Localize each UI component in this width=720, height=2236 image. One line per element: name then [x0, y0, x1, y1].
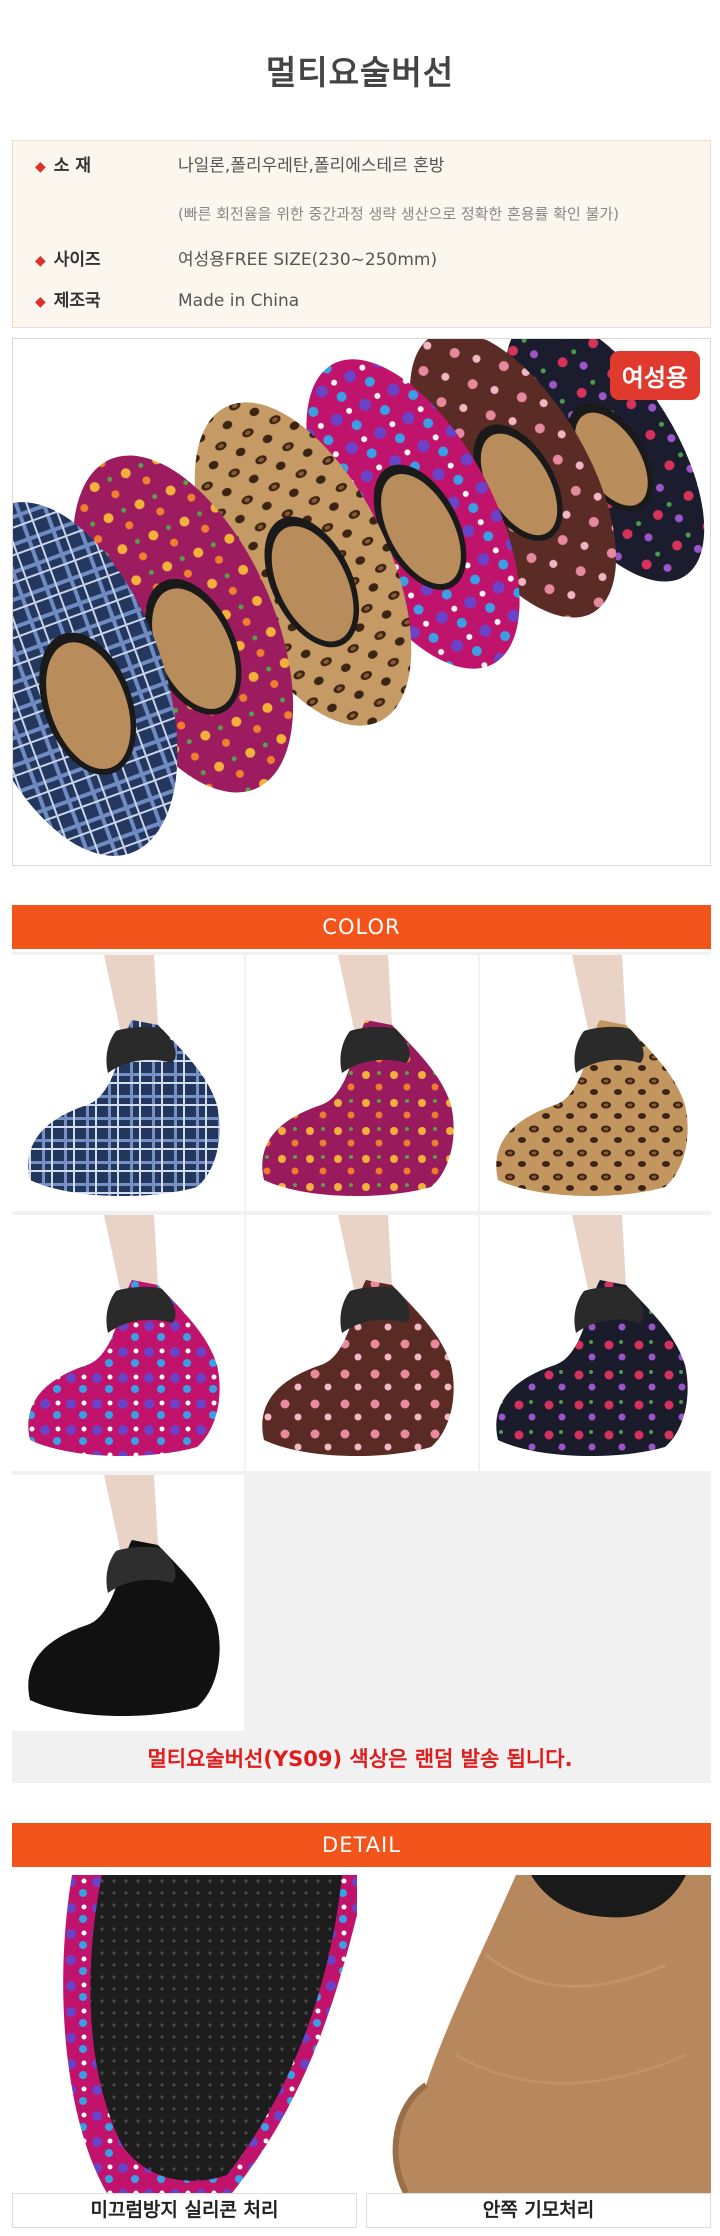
detail-image-sole	[12, 1875, 357, 2193]
sock-blue-plaid-image	[12, 955, 244, 1211]
color-swatch-5	[246, 1215, 478, 1471]
spec-row-size: ◆ 사이즈 여성용FREE SIZE(230~250mm)	[13, 244, 710, 276]
bullet-icon: ◆	[35, 294, 46, 310]
bullet-icon: ◆	[35, 159, 46, 175]
sock-magenta-floral-image	[246, 955, 478, 1211]
fleece-lining-image	[366, 1875, 711, 2193]
sock-pink-letters-image	[12, 1215, 244, 1471]
hero-socks-illustration	[13, 339, 705, 856]
color-swatch-1	[12, 955, 244, 1211]
sock-navy-rose-image	[480, 1215, 712, 1471]
spec-label-material: 소 재	[53, 156, 91, 176]
color-section-header: COLOR	[12, 905, 711, 949]
page-title: 멀티요술버선	[265, 53, 455, 92]
color-swatch-2	[246, 955, 478, 1211]
spec-box: ◆ 소 재 나일론,폴리우레탄,폴리에스테르 혼방 (빠른 회전율을 위한 중간과…	[12, 140, 711, 328]
color-swatch-4	[12, 1215, 244, 1471]
random-color-notice: 멀티요술버선(YS09) 색상은 랜덤 발송 됩니다.	[147, 1747, 573, 1771]
anti-slip-sole-image	[12, 1875, 357, 2193]
color-swatch-7	[12, 1475, 244, 1731]
bullet-icon: ◆	[35, 253, 46, 269]
detail-image-lining	[366, 1875, 711, 2193]
sock-leopard-image	[480, 955, 712, 1211]
spec-row-origin: ◆ 제조국 Made in China	[13, 285, 710, 317]
color-swatch-6	[480, 1215, 712, 1471]
detail-section-header: DETAIL	[12, 1823, 711, 1867]
spec-value-size: 여성용FREE SIZE(230~250mm)	[178, 250, 438, 270]
detail-caption-sole: 미끄럼방지 실리콘 처리	[12, 2193, 357, 2228]
spec-note-material: (빠른 회전율을 위한 중간과정 생략 생산으로 정확한 혼용률 확인 불가)	[178, 205, 620, 223]
women-badge: 여성용	[609, 351, 700, 400]
sock-black-image	[12, 1475, 244, 1731]
spec-label-size: 사이즈	[53, 250, 101, 270]
spec-value-origin: Made in China	[178, 291, 300, 311]
detail-caption-lining: 안쪽 기모처리	[366, 2193, 711, 2228]
spec-row-material: ◆ 소 재 나일론,폴리우레탄,폴리에스테르 혼방	[13, 150, 710, 182]
product-detail-page: 멀티요술버선 ◆ 소 재 나일론,폴리우레탄,폴리에스테르 혼방 (빠른 회전율을…	[0, 0, 720, 2236]
color-swatch-3	[480, 955, 712, 1211]
spec-value-material: 나일론,폴리우레탄,폴리에스테르 혼방	[178, 156, 445, 176]
hero-product-photo: 여성용	[12, 338, 711, 866]
sock-brown-floral-image	[246, 1215, 478, 1471]
spec-label-origin: 제조국	[53, 291, 101, 311]
